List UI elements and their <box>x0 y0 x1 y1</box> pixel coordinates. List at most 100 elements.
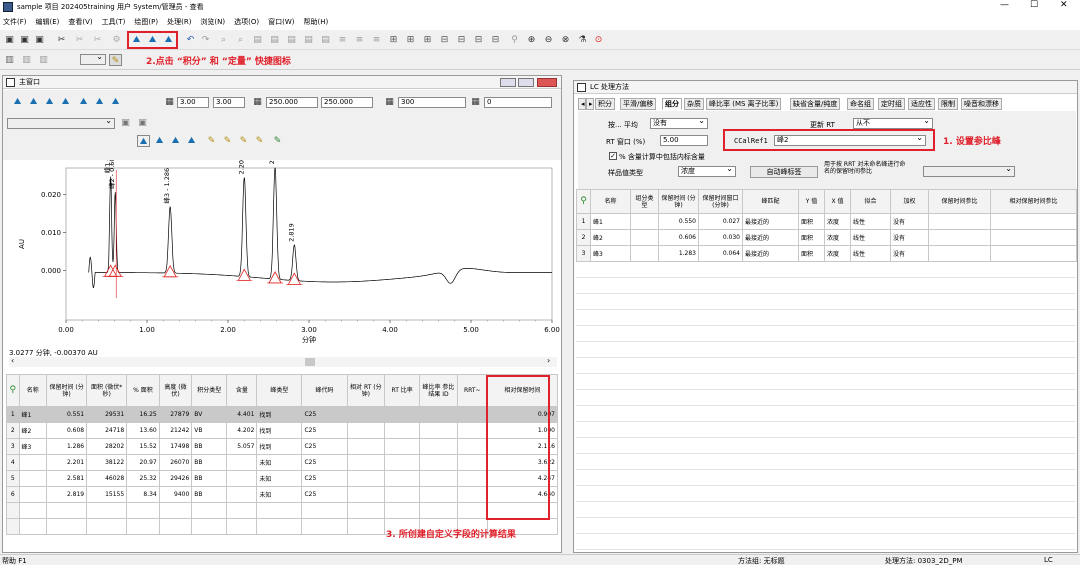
menu-browse[interactable]: 浏览(N) <box>200 17 225 27</box>
menu-window[interactable]: 窗口(W) <box>268 17 294 27</box>
tab-named-groups[interactable]: 命名组 <box>847 98 874 110</box>
tab-limits[interactable]: 限制 <box>938 98 958 110</box>
menu-help[interactable]: 帮助(H) <box>304 17 329 27</box>
y-end-input[interactable]: 250.000 <box>321 97 373 108</box>
chart-tool-icon[interactable]: ⛰ <box>43 96 56 108</box>
tab-suitability[interactable]: 适应性 <box>908 98 935 110</box>
table-row[interactable]: 1 峰1 0.551 29531 16.25 27879 BV 4.401 找到 C25 0.907 <box>6 406 559 423</box>
toolbar-icon[interactable]: ⊞ <box>421 34 434 46</box>
tab-integrate[interactable]: 积分 <box>595 98 615 110</box>
stop-icon[interactable]: ⊙ <box>592 34 605 46</box>
tab-impurities[interactable]: 杂质 <box>684 98 704 110</box>
rrt-reference-select[interactable] <box>923 166 1015 177</box>
toolbar-icon[interactable]: ≡ <box>336 34 349 46</box>
open-icon[interactable]: ▣ <box>3 34 16 46</box>
rt-window-input[interactable]: 5.00 <box>660 135 708 146</box>
menu-process[interactable]: 处理(R) <box>167 17 191 27</box>
tab-default-amount[interactable]: 缺省含量/纯度 <box>790 98 841 110</box>
table-row[interactable]: 3 峰3 1.286 28202 15.52 17498 BB 5.057 找到 C25 2.116 <box>6 438 559 455</box>
toolbar-combo[interactable] <box>80 54 106 65</box>
toolbar-icon[interactable]: ⊗ <box>559 34 572 46</box>
toolbar-icon[interactable]: ⌕ <box>234 34 247 46</box>
peak-table-header[interactable]: 含量 <box>226 374 258 407</box>
scale-input[interactable]: 300 <box>398 97 466 108</box>
components-table-header[interactable]: 保留时间窗口 (分钟) <box>698 189 743 214</box>
toolbar-icon[interactable]: ⊖ <box>542 34 555 46</box>
x-end-input[interactable]: 3.00 <box>213 97 245 108</box>
marker-icon[interactable]: ✎ <box>221 135 234 147</box>
toolbar-icon[interactable]: ≡ <box>370 34 383 46</box>
peak-table-header[interactable]: 峰类型 <box>256 374 303 407</box>
toolbar-icon[interactable]: ⊕ <box>525 34 538 46</box>
toolbar-icon[interactable]: ▤ <box>251 34 264 46</box>
toolbar-icon[interactable]: ⊟ <box>489 34 502 46</box>
close-button[interactable]: ✕ <box>1060 0 1068 10</box>
update-rt-select[interactable]: 从不 <box>853 118 933 129</box>
marker-icon[interactable]: ✎ <box>237 135 250 147</box>
peak-table-header[interactable]: 高度 (微伏) <box>158 374 193 407</box>
table-row[interactable]: 1 峰1 0.550 0.027 最接近的 面积 浓度 线性 没有 <box>576 213 1077 230</box>
view-select[interactable] <box>7 118 115 129</box>
components-table-header[interactable]: X 值 <box>824 189 851 214</box>
toolbar-icon[interactable]: ▥ <box>20 54 33 66</box>
peak-table-header[interactable]: 保留时间 (分钟) <box>46 374 88 407</box>
toolbar-icon[interactable]: ▤ <box>302 34 315 46</box>
chart-tool-icon[interactable]: ⛰ <box>11 96 24 108</box>
include-is-checkbox[interactable]: ✓ <box>609 152 617 160</box>
marker-icon[interactable]: ✎ <box>271 135 284 147</box>
menu-tools[interactable]: 工具(T) <box>102 17 126 27</box>
y-start-input[interactable]: 250.000 <box>266 97 318 108</box>
undo-icon[interactable]: ↶ <box>184 34 197 46</box>
chart-view-icon[interactable]: ⛰ <box>169 135 182 147</box>
peak-table-header[interactable]: RT 比率 <box>384 374 421 407</box>
tab-peak-ratio[interactable]: 峰比率 (MS 离子比率) <box>706 98 782 110</box>
chart-tool-icon[interactable]: ⛰ <box>77 96 90 108</box>
chart-view-icon[interactable]: ⛰ <box>185 135 198 147</box>
peak-table-header[interactable]: 名称 <box>18 374 48 407</box>
marker-icon[interactable]: ✎ <box>205 135 218 147</box>
horizontal-scrollbar[interactable]: ‹ › <box>9 356 557 367</box>
toolbar-icon[interactable]: ⊟ <box>472 34 485 46</box>
peak-table-header[interactable]: 积分类型 <box>191 374 228 407</box>
toolbar-icon[interactable]: ▤ <box>319 34 332 46</box>
scroll-right-icon[interactable]: › <box>547 356 550 365</box>
tab-noise-drift[interactable]: 噪音和漂移 <box>961 98 1002 110</box>
toolbar-icon[interactable]: ⚗ <box>576 34 589 46</box>
chart-tool-icon[interactable]: ⛰ <box>109 96 122 108</box>
toolbar-icon[interactable]: ≡ <box>353 34 366 46</box>
minimize-button[interactable]: — <box>1000 0 1009 10</box>
menu-edit[interactable]: 编辑(E) <box>36 17 60 27</box>
components-table-header[interactable]: 保留时间参比 <box>928 189 991 214</box>
toolbar-icon[interactable]: ⊟ <box>438 34 451 46</box>
peak-table-header[interactable]: RRT~ <box>456 374 488 407</box>
toolbar-icon[interactable]: ▣ <box>119 117 132 129</box>
menu-options[interactable]: 选项(O) <box>234 17 259 27</box>
table-row[interactable]: 4 2.201 38122 20.97 26070 BB 未知 C25 3.622 <box>6 454 559 471</box>
toolbar-icon[interactable]: ▤ <box>285 34 298 46</box>
sample-type-select[interactable]: 浓度 <box>678 166 736 177</box>
chart-tool-icon[interactable]: ⛰ <box>27 96 40 108</box>
window-minimize-button[interactable] <box>500 78 516 87</box>
tab-timed-groups[interactable]: 定时组 <box>878 98 905 110</box>
marker-icon[interactable]: ✎ <box>253 135 266 147</box>
tool-icon[interactable]: ✂ <box>55 34 68 46</box>
table-row[interactable]: 3 峰3 1.283 0.064 最接近的 面积 浓度 线性 没有 <box>576 245 1077 262</box>
peak-table-header[interactable]: % 面积 <box>126 374 160 407</box>
components-table-header[interactable]: 组分类型 <box>630 189 659 214</box>
menu-plot[interactable]: 绘图(P) <box>134 17 158 27</box>
table-row[interactable]: 2 峰2 0.606 0.030 最接近的 面积 浓度 线性 没有 <box>576 229 1077 246</box>
menu-view[interactable]: 查看(V) <box>68 17 92 27</box>
components-table-header[interactable]: 保留时间 (分钟) <box>658 189 699 214</box>
chart-view-icon[interactable]: ⛰ <box>137 135 150 147</box>
scrollbar-thumb[interactable] <box>305 358 315 366</box>
toolbar-icon[interactable]: ⌕ <box>217 34 230 46</box>
peak-table-header[interactable]: 峰比率 参比 结果 ID <box>419 374 458 407</box>
menu-file[interactable]: 文件(F) <box>3 17 27 27</box>
window-close-button[interactable] <box>537 78 557 87</box>
toolbar-icon[interactable]: ⊞ <box>404 34 417 46</box>
chromatogram-chart[interactable]: 0.00 1.00 2.00 3.00 4.00 5.00 6.00 0.000 0.010 0.… <box>4 160 560 350</box>
toolbar-icon[interactable]: ⊞ <box>387 34 400 46</box>
scroll-left-icon[interactable]: ‹ <box>11 356 14 365</box>
tab-scroll-right-icon[interactable]: ▸ <box>586 98 594 110</box>
table-row[interactable]: 6 2.819 15155 8.34 9400 BB 未知 C25 4.640 <box>6 486 559 503</box>
